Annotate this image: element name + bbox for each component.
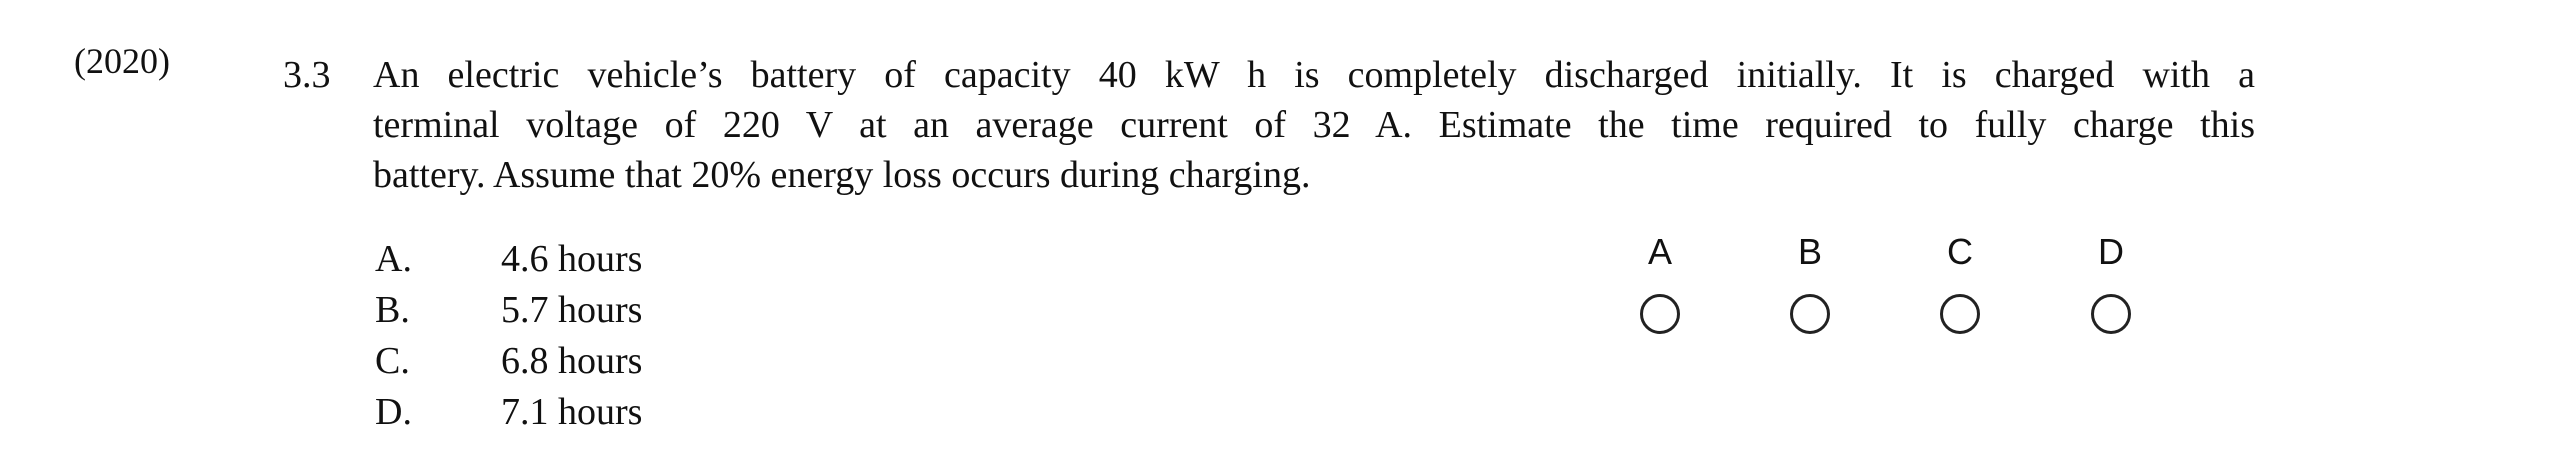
answer-option-d: D <box>2051 230 2171 334</box>
question-stem-line: battery. Assume that 20% energy loss occ… <box>373 154 1311 196</box>
choice-item: C. 6.8 hours <box>375 336 642 387</box>
question-year: (2020) <box>74 41 170 81</box>
question-stem-line: terminal voltage of 220 V at an average … <box>373 104 2255 146</box>
answer-option-label: B <box>1797 231 1822 272</box>
answer-option-b: B <box>1750 230 1870 334</box>
answer-bubble-grid: A B C D <box>1600 230 2320 360</box>
choice-text: 6.8 hours <box>501 340 643 382</box>
answer-bubble-b[interactable] <box>1790 294 1830 334</box>
choice-letter: D. <box>375 391 412 433</box>
choice-letter: C. <box>375 340 410 382</box>
answer-option-a: A <box>1600 230 1720 334</box>
answer-option-c: C <box>1900 230 2020 334</box>
choice-letter: A. <box>375 238 412 280</box>
answer-option-label: C <box>1947 231 1973 272</box>
choice-letter: B. <box>375 289 410 331</box>
choice-item: B. 5.7 hours <box>375 285 642 336</box>
answer-bubble-c[interactable] <box>1940 294 1980 334</box>
answer-option-label: D <box>2098 231 2124 272</box>
choice-list: A. 4.6 hours B. 5.7 hours C. 6.8 hours D… <box>375 234 642 438</box>
answer-option-label: A <box>1647 231 1672 272</box>
choice-text: 5.7 hours <box>501 289 643 331</box>
question-number: 3.3 <box>283 54 331 96</box>
choice-text: 4.6 hours <box>501 238 643 280</box>
answer-bubble-a[interactable] <box>1640 294 1680 334</box>
question-stem: An electric vehicle’s battery of capacit… <box>373 50 2255 200</box>
answer-bubble-d[interactable] <box>2091 294 2131 334</box>
choice-item: A. 4.6 hours <box>375 234 642 285</box>
choice-text: 7.1 hours <box>501 391 643 433</box>
question-stem-line: An electric vehicle’s battery of capacit… <box>373 54 2255 96</box>
choice-item: D. 7.1 hours <box>375 387 642 438</box>
